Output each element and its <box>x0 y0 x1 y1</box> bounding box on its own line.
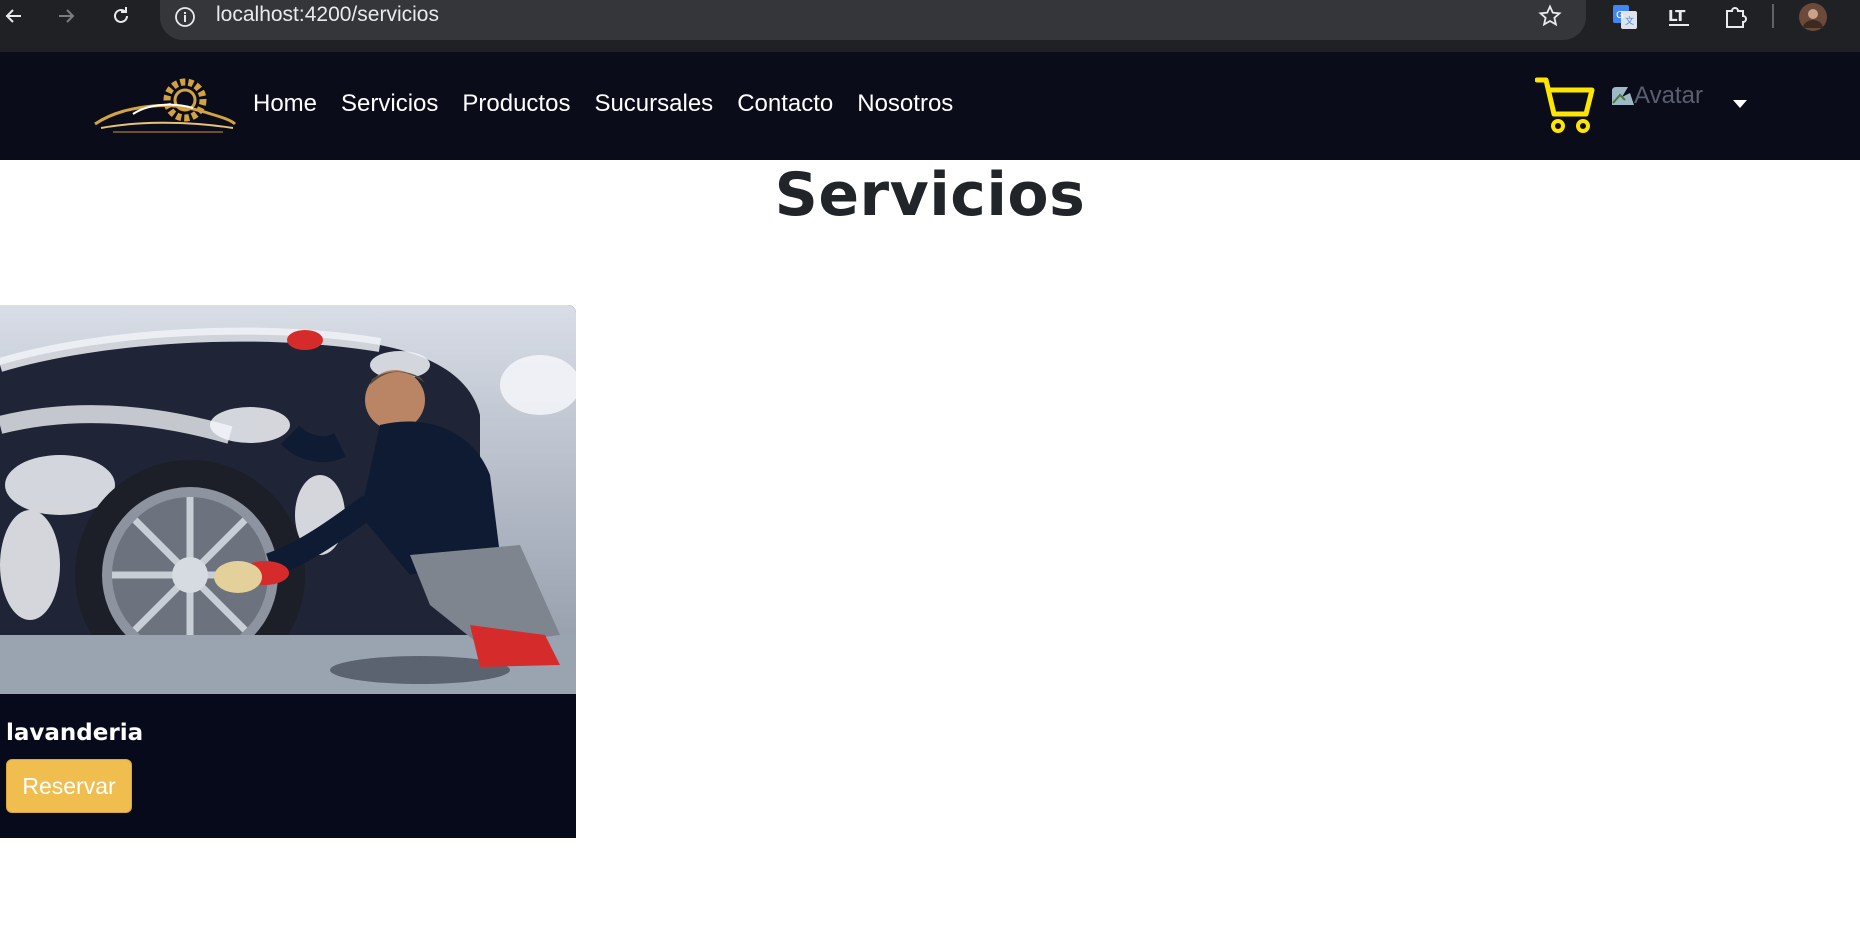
google-translate-icon[interactable]: G文 <box>1610 2 1640 32</box>
toolbar-divider <box>1772 4 1774 28</box>
url-text[interactable]: localhost:4200/servicios <box>216 3 439 27</box>
languagetool-icon[interactable]: LT <box>1664 2 1694 32</box>
forward-arrow-icon[interactable] <box>52 2 80 30</box>
service-title: lavanderia <box>6 720 144 746</box>
address-bar[interactable]: localhost:4200/servicios <box>160 0 1586 40</box>
nav-link-sucursales[interactable]: Sucursales <box>594 90 713 118</box>
profile-avatar-icon[interactable] <box>1798 2 1828 32</box>
nav-link-home[interactable]: Home <box>253 90 317 118</box>
broken-image-icon <box>1610 85 1636 107</box>
service-card: lavanderia Reservar <box>0 305 576 838</box>
svg-text:文: 文 <box>1625 15 1634 27</box>
car-gear-logo-icon[interactable] <box>93 74 238 141</box>
nav-link-productos[interactable]: Productos <box>462 90 570 118</box>
nav-link-nosotros[interactable]: Nosotros <box>857 90 953 118</box>
reload-icon[interactable] <box>107 2 135 30</box>
page-title: Servicios <box>774 160 1086 230</box>
extensions-puzzle-icon[interactable] <box>1720 2 1750 32</box>
car-wash-photo <box>0 305 576 694</box>
site-navbar: Home Servicios Productos Sucursales Cont… <box>0 52 1860 160</box>
browser-toolbar: localhost:4200/servicios G文 LT <box>0 0 1860 52</box>
svg-text:LT: LT <box>1668 7 1686 25</box>
site-info-icon[interactable] <box>174 6 196 33</box>
avatar-alt-text: Avatar <box>1634 82 1703 109</box>
nav-links: Home Servicios Productos Sucursales Cont… <box>253 90 977 118</box>
caret-down-icon[interactable] <box>1733 100 1747 108</box>
cart-icon[interactable] <box>1534 76 1597 141</box>
nav-link-servicios[interactable]: Servicios <box>341 90 438 118</box>
reservar-button[interactable]: Reservar <box>6 759 132 813</box>
back-arrow-icon[interactable] <box>0 2 28 30</box>
avatar[interactable]: Avatar <box>1610 82 1703 110</box>
nav-link-contacto[interactable]: Contacto <box>737 90 833 118</box>
bookmark-star-icon[interactable] <box>1538 4 1562 33</box>
svg-text:G: G <box>1616 10 1624 21</box>
